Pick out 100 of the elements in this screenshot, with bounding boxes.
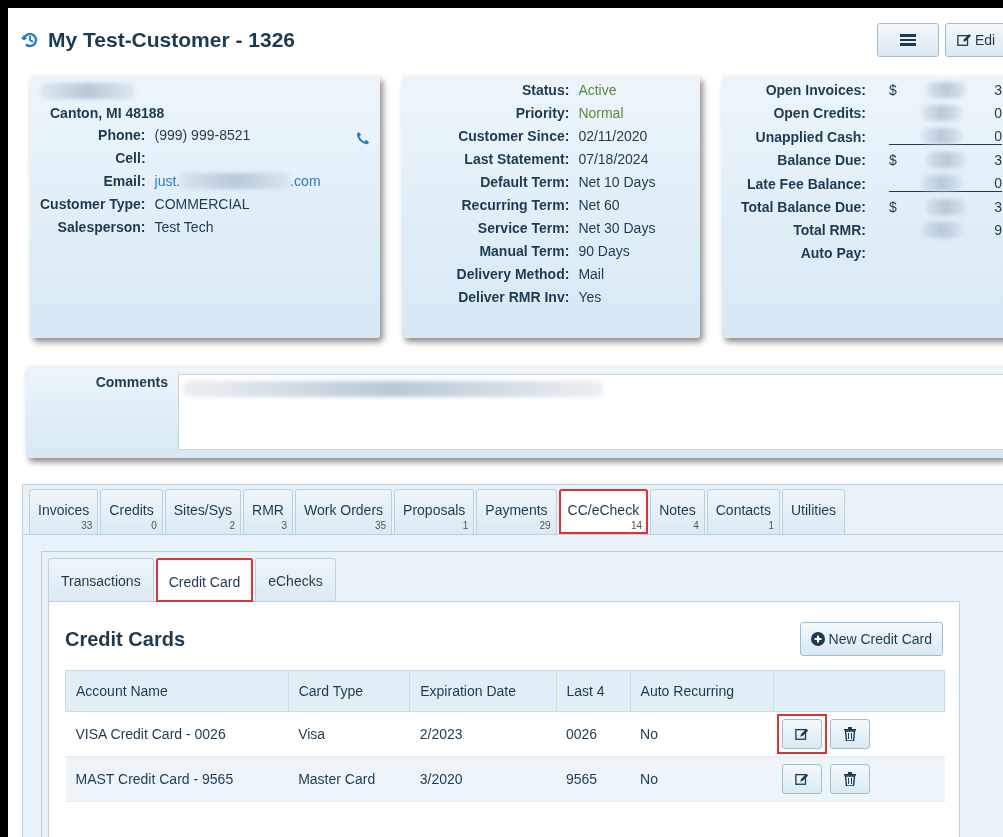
tab-count: 1 [768,520,774,531]
tab[interactable]: RMR 3 [243,489,293,534]
field-label: Total RMR: [792,222,866,238]
redacted-blur [921,105,962,121]
delete-button[interactable] [829,719,870,749]
tab-count: 29 [539,520,551,531]
field-value: Normal [578,105,625,121]
tab-count: 35 [374,520,387,531]
tab[interactable]: Notes 4 [650,489,705,534]
tab[interactable]: Invoices 33 [29,489,99,534]
page-title: My Test-Customer - 1326 [48,28,296,52]
column-header: Card Type [288,670,410,712]
field-value: Test Tech [154,219,215,236]
plus-circle-icon [810,632,825,646]
field-label: Total Balance Due: [740,199,866,215]
tab[interactable]: Payments 29 [476,489,557,534]
field-value: Yes [578,289,603,305]
tab[interactable]: Contacts 1 [706,489,780,534]
trash-icon [843,772,856,786]
redacted-blur [921,222,962,238]
tab[interactable]: Utilities [782,489,846,534]
tab[interactable]: Credits 0 [100,489,163,534]
sub-tab[interactable]: Transactions [48,558,154,601]
table-cell: 3/2020 [409,756,556,802]
table-cell: 0026 [556,711,631,757]
menu-icon [900,33,916,47]
edit-button[interactable]: Edi [945,23,1003,57]
field-value: Net 60 [578,197,621,213]
menu-button[interactable] [877,23,939,57]
currency-sign: $ [889,152,897,168]
tab-count: 33 [81,520,93,531]
tab-count: 14 [631,520,643,531]
field-label: Delivery Method: [455,266,570,282]
currency-sign: $ [889,199,897,215]
field-value: Net 30 Days [578,220,657,236]
field-label: Status: [520,82,570,98]
history-icon[interactable] [20,30,40,50]
field-label: Salesperson: [56,219,146,236]
field-label: Manual Term: [478,243,570,259]
delete-button[interactable] [829,764,870,794]
column-header: Account Name [65,670,289,712]
sub-tab[interactable]: Credit Card [155,558,254,602]
field-label: Customer Type: [40,196,146,213]
currency-sign: $ [889,82,897,98]
edit-icon [794,727,809,741]
tab[interactable]: CC/eCheck 14 [558,489,649,534]
amount-digit: 3 [994,152,1002,168]
table-cell: 9565 [556,756,631,802]
amount-digit: 3 [994,82,1002,98]
field-label: Service Term: [476,220,570,236]
field-value: Active [578,82,618,98]
redacted-blur [925,152,966,168]
city-text: Canton, MI 48188 [50,105,166,122]
tab[interactable]: Sites/Sys 2 [164,489,242,534]
table-cell: MAST Credit Card - 9565 [65,756,289,802]
column-header: Last 4 [556,670,631,712]
field-label: Open Invoices: [764,82,866,98]
table-cell: No [630,756,774,802]
field-label: Open Credits: [772,105,866,121]
field-label: Balance Due: [776,152,866,168]
field-value: Mail [578,266,606,282]
email-link-start[interactable]: just. [154,173,181,190]
field-label: Customer Since: [457,128,570,144]
amount-digit: 3 [994,199,1002,215]
field-label: Default Term: [479,174,570,190]
edit-icon [956,33,971,47]
trash-icon [843,727,856,741]
amount-digit: 0 [994,128,1002,144]
amount-digit: 0 [994,175,1002,191]
edit-button[interactable] [781,764,822,794]
amount-digit: 9 [994,222,1002,238]
table-cell: No [630,711,774,757]
field-label: Last Statement: [463,151,570,167]
tab[interactable]: Proposals 1 [394,489,475,534]
redacted-blur [925,82,966,98]
column-header: Auto Recurring [630,670,774,712]
field-value: Net 10 Days [578,174,657,190]
field-label: Recurring Term: [460,197,570,213]
field-label: Phone: [97,127,146,144]
field-label: Deliver RMR Inv: [457,289,570,305]
email-link-end[interactable]: .com [290,173,321,190]
redacted-blur [925,199,966,215]
tab-count: 2 [229,520,236,531]
column-header: Expiration Date [409,670,556,712]
edit-icon [794,772,809,786]
field-value: (999) 999-8521 [154,127,252,144]
comments-field[interactable] [178,374,1003,450]
field-label: Cell: [114,150,146,167]
field-value: 02/11/2020 [578,128,649,144]
redacted-blur [921,128,962,144]
amount-digit: 0 [994,105,1002,121]
tab-count: 3 [281,520,287,531]
field-label: Auto Pay: [799,245,866,261]
tab-count: 0 [151,520,157,531]
sub-tab[interactable]: eChecks [255,558,336,601]
phone-icon[interactable] [356,131,370,146]
new-credit-card-button[interactable]: New Credit Card [799,622,943,656]
table-cell: 2/2023 [409,711,556,757]
redacted-blur [921,175,962,191]
tab[interactable]: Work Orders 35 [294,489,393,534]
